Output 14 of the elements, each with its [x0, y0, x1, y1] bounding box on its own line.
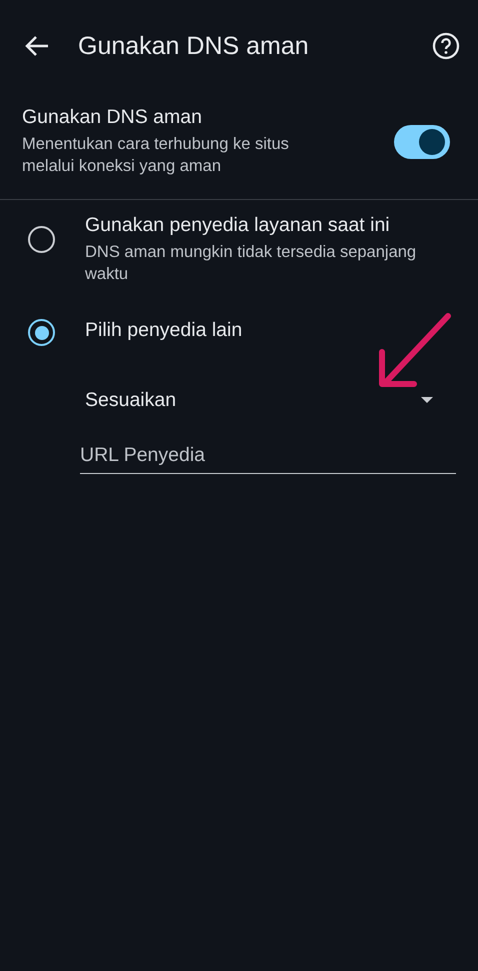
option-title: Pilih penyedia lain — [85, 319, 242, 342]
page-title: Gunakan DNS aman — [78, 32, 310, 60]
setting-description: Menentukan cara terhubung ke situs melalui koneksi yang aman — [22, 134, 290, 177]
radio-button[interactable] — [28, 226, 55, 253]
provider-url-field[interactable]: URL Penyedia — [80, 444, 456, 474]
caret-icon — [420, 396, 434, 404]
help-icon[interactable] — [432, 32, 460, 60]
provider-dropdown[interactable]: Sesuaikan — [85, 380, 434, 420]
option-description: DNS aman mungkin tidak tersedia sepanjang waktu — [85, 242, 418, 285]
setting-title: Gunakan DNS aman — [22, 106, 203, 129]
option-title: Gunakan penyedia layanan saat ini — [85, 214, 391, 237]
toggle-switch[interactable] — [394, 124, 450, 158]
back-arrow-icon[interactable] — [24, 35, 50, 57]
radio-button[interactable] — [28, 319, 55, 346]
